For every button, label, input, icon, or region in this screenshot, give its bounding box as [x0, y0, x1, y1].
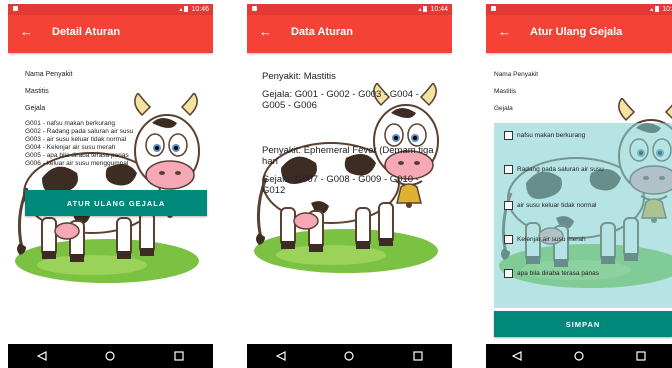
list-item: G004 - Kelenjar air susu merah [25, 144, 116, 151]
square-recent-icon[interactable] [631, 346, 651, 366]
atur-ulang-gejala-button[interactable]: ATUR ULANG GEJALA [25, 190, 207, 216]
value-penyakit: Mastitis [25, 88, 49, 95]
nav-bar [486, 344, 672, 368]
checkbox[interactable] [504, 131, 513, 140]
back-arrow-icon[interactable]: ← [20, 25, 33, 38]
page-title: Detail Aturan [52, 26, 121, 38]
gejala-checklist-panel[interactable] [494, 123, 672, 308]
battery-icon [423, 6, 428, 12]
notification-icon [252, 6, 257, 11]
circle-home-icon[interactable] [569, 346, 589, 366]
checkbox[interactable] [504, 269, 513, 278]
checkbox[interactable] [504, 165, 513, 174]
checkbox[interactable] [504, 235, 513, 244]
battery-icon [655, 6, 660, 12]
page-title: Data Aturan [291, 26, 353, 38]
back-arrow-icon[interactable]: ← [259, 25, 272, 38]
checkbox-row[interactable]: air susu keluar tidak normal [504, 201, 596, 210]
circle-home-icon[interactable] [339, 346, 359, 366]
label-gejala: Gejala [494, 105, 513, 112]
rule-penyakit-1: Penyakit: Mastitis [262, 71, 336, 82]
status-bar: ▴ 10:44 [247, 4, 452, 15]
app-bar: ← Data Aturan [247, 15, 452, 53]
label-gejala: Gejala [25, 105, 46, 112]
checkbox[interactable] [504, 201, 513, 210]
simpan-button[interactable]: SIMPAN [494, 311, 672, 337]
notification-icon [491, 6, 496, 11]
circle-home-icon[interactable] [100, 346, 120, 366]
notification-icon [13, 6, 18, 11]
triangle-back-icon[interactable] [507, 346, 527, 366]
label-nama-penyakit: Nama Penyakit [494, 71, 539, 78]
checkbox-row[interactable]: Kelenjar air susu merah [504, 235, 586, 244]
label-nama-penyakit: Nama Penyakit [25, 71, 73, 78]
status-bar: ▴ 10: [486, 4, 672, 15]
app-bar: ← Detail Aturan [8, 15, 213, 53]
nav-bar [247, 344, 452, 368]
status-time: 10: [662, 6, 672, 13]
rule-penyakit-2: Penyakit: Ephemeral Fever (Demam tiga ha… [262, 145, 434, 167]
phone-screen-atur-ulang-gejala: ▴ 10: ← Atur Ulang Gejala Nama Penyakit M… [486, 4, 672, 368]
square-recent-icon[interactable] [169, 346, 189, 366]
rule-gejala-1[interactable]: Gejala: G001 - G002 - G003 - G004 - G005… [262, 89, 444, 111]
phone-screen-detail-aturan: ▴ 10:46 ← Detail Aturan Nama Penyakit Mas… [8, 4, 213, 368]
checkbox-row[interactable]: Radang pada saluran air susu [504, 165, 604, 174]
value-penyakit: Mastitis [494, 88, 517, 95]
triangle-back-icon[interactable] [271, 346, 291, 366]
checkbox-row[interactable]: nafsu makan berkurang [504, 131, 585, 140]
page-title: Atur Ulang Gejala [530, 26, 623, 38]
list-item: G002 - Radang pada saluran air susu [25, 128, 134, 135]
rule-gejala-2[interactable]: Gejala: G007 - G008 - G009 - G010 - G012 [262, 174, 444, 196]
checkbox-row[interactable]: apa bila diraba terasa panas [504, 269, 599, 278]
status-time: 10:44 [430, 6, 448, 13]
gejala-list: G001 - nafsu makan berkurang G002 - Rada… [25, 120, 133, 168]
list-item: G005 - apa bila diraba terasa panas [25, 152, 129, 159]
list-item: G001 - nafsu makan berkurang [25, 120, 115, 127]
back-arrow-icon[interactable]: ← [498, 25, 511, 38]
content-area: Penyakit: Mastitis Gejala: G001 - G002 -… [247, 53, 452, 344]
list-item: G003 - air susu keluar tidak normal [25, 136, 127, 143]
nav-bar [8, 344, 213, 368]
list-item: G006 - keluar air susu menggumpal [25, 160, 129, 167]
status-time: 10:46 [191, 6, 209, 13]
battery-icon [184, 6, 189, 12]
content-area: Nama Penyakit Mastitis Gejala G001 - naf… [8, 53, 213, 344]
content-area: Nama Penyakit Mastitis Gejala nafsu maka… [486, 53, 672, 344]
triangle-back-icon[interactable] [32, 346, 52, 366]
status-bar: ▴ 10:46 [8, 4, 213, 15]
app-bar: ← Atur Ulang Gejala [486, 15, 672, 53]
square-recent-icon[interactable] [408, 346, 428, 366]
phone-screen-data-aturan: ▴ 10:44 ← Data Aturan Penyakit: Mastitis … [247, 4, 452, 368]
